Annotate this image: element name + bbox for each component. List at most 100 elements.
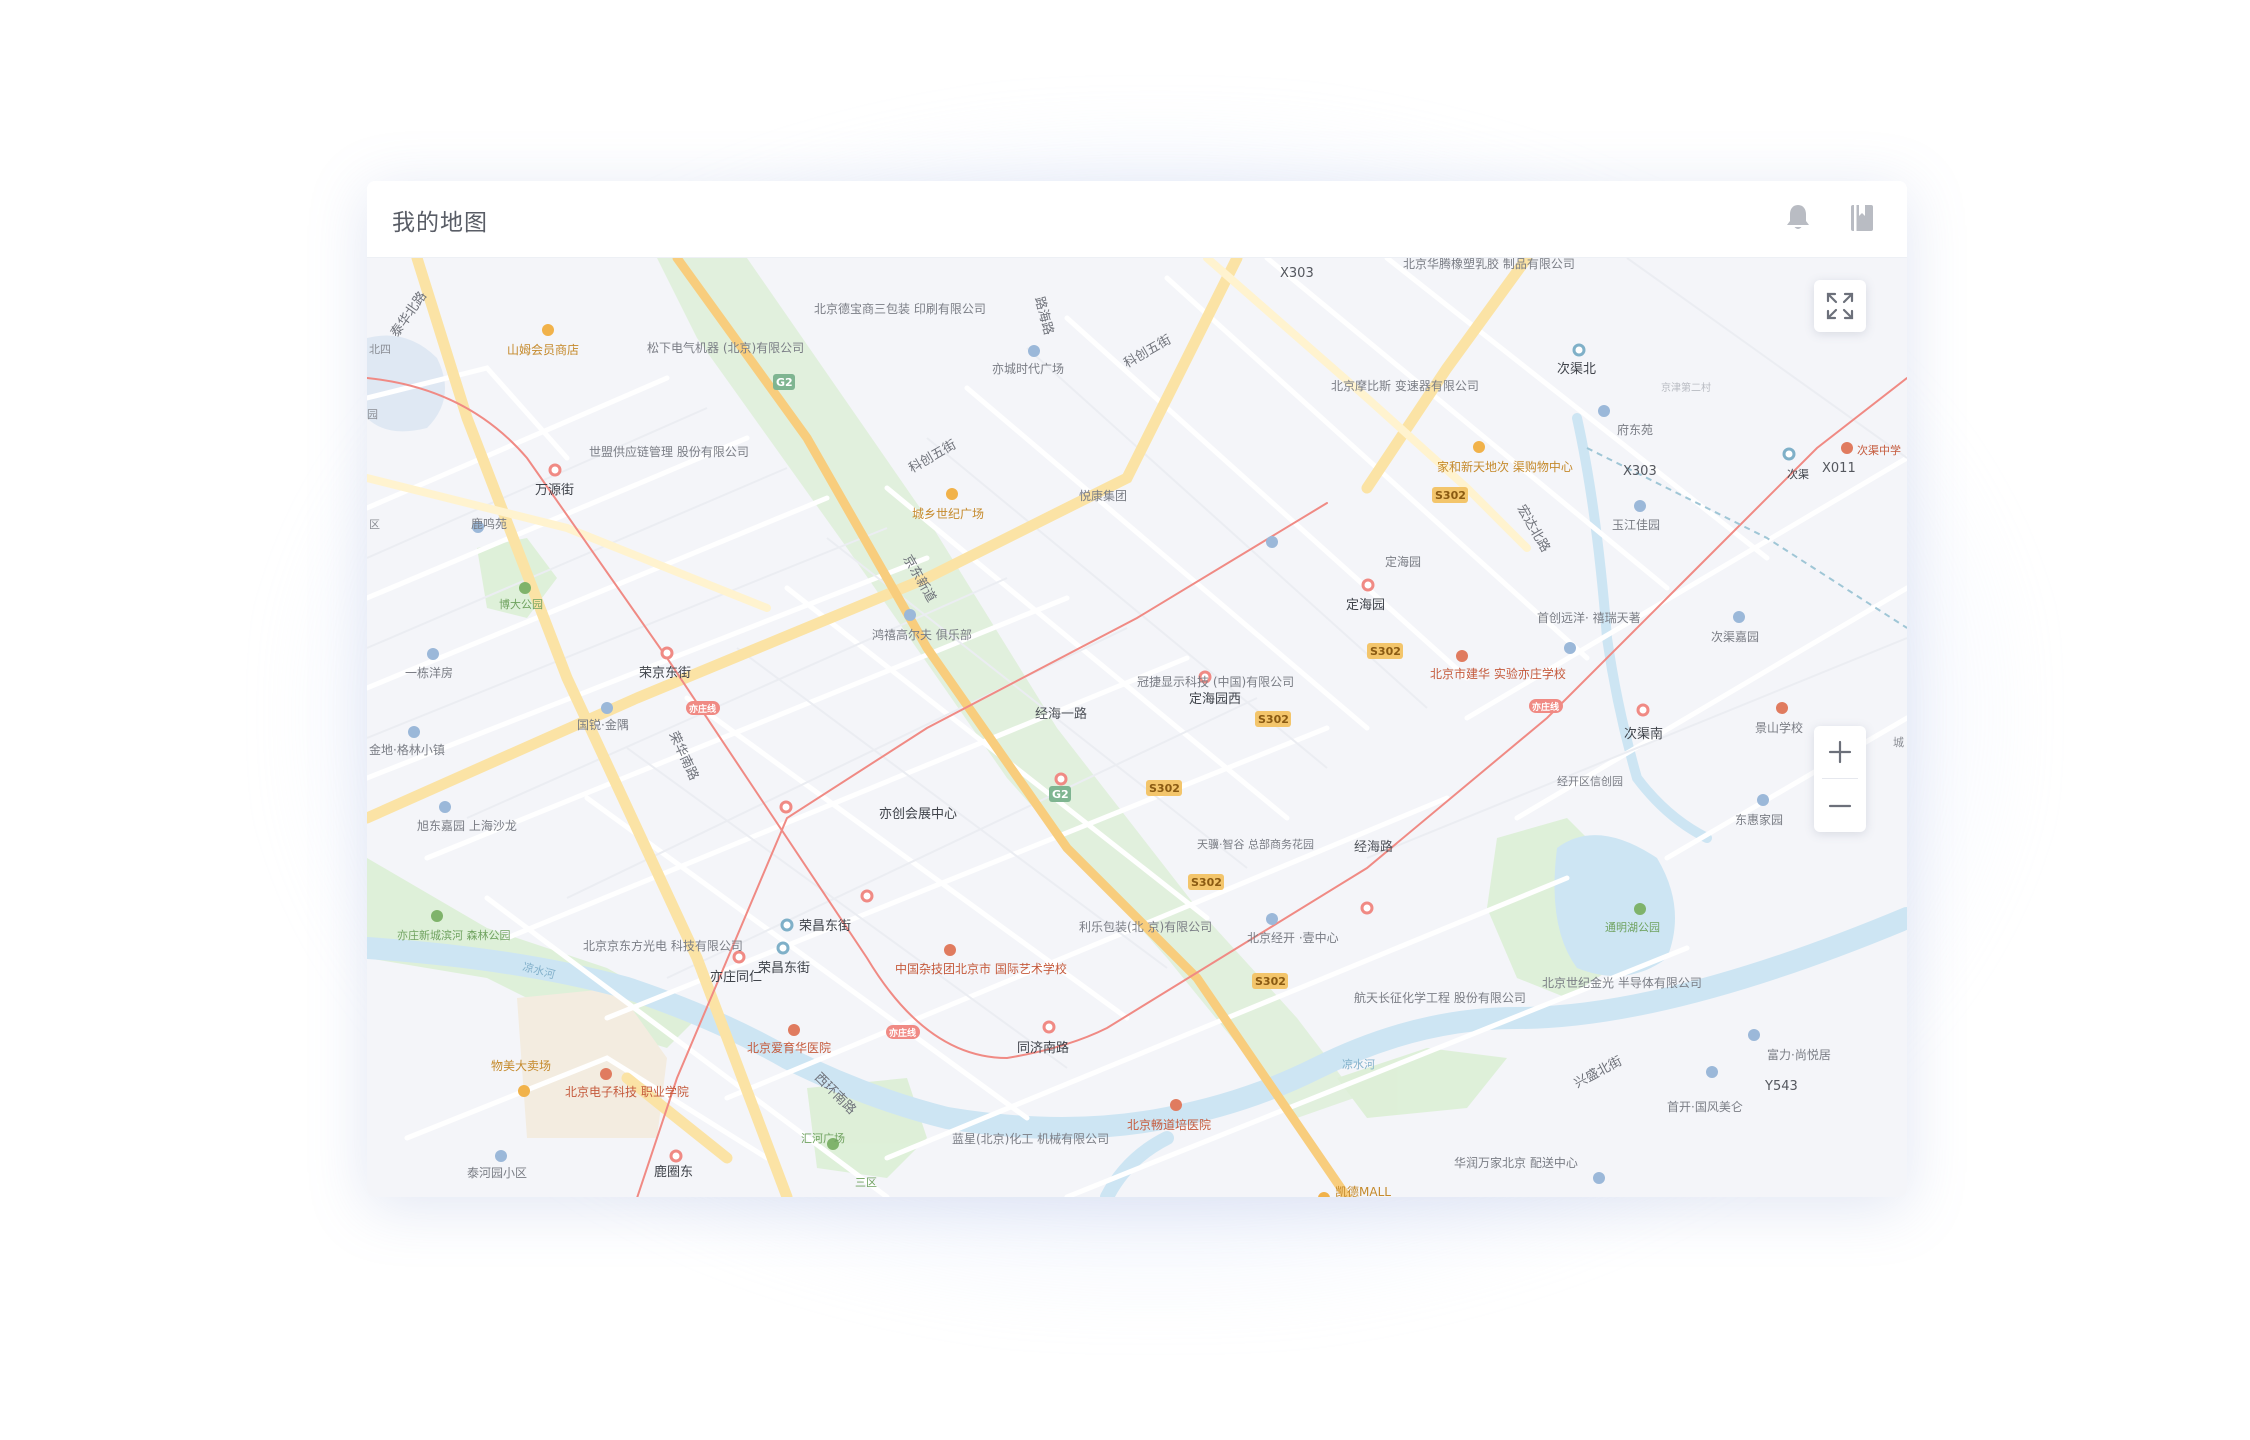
poi-label: 凯德MALL	[1335, 1184, 1391, 1197]
station-label: 次渠南	[1624, 726, 1663, 742]
poi-label: 物美大卖场	[491, 1059, 551, 1073]
map-view[interactable]: 泰华北路 科创五街 科创五街 京东新道 经海一路 经海路 荣华南路 西环南路 兴…	[367, 258, 1907, 1197]
zoom-control	[1814, 726, 1866, 832]
poi-label: 北京世纪金光 半导体有限公司	[1542, 975, 1702, 990]
poi-label: 玉江佳园	[1612, 518, 1660, 532]
poi-label: 北京京东方光电 科技有限公司	[583, 938, 743, 953]
poi-label: 旭东嘉园 上海沙龙	[417, 818, 517, 833]
zoom-divider	[1822, 778, 1858, 779]
poi-label: 首创远洋· 禧瑞天著	[1537, 610, 1641, 625]
edge-label: 京津第二村	[1661, 381, 1711, 394]
metro-line-badge: 亦庄线	[889, 1027, 916, 1039]
edge-label: 次渠中学	[1857, 443, 1901, 457]
poi-label: 一栋洋房	[405, 665, 453, 680]
station-label: 荣昌东街	[799, 919, 851, 934]
poi-label: 中国杂技团北京市 国际艺术学校	[895, 961, 1067, 976]
minus-icon	[1828, 804, 1852, 808]
poi-label: 通明湖公园	[1605, 921, 1660, 934]
station-label: 荣昌东街	[758, 961, 810, 976]
book-icon[interactable]	[1845, 201, 1879, 235]
poi-label: 定海园	[1385, 554, 1421, 569]
highway-code: X303	[1623, 464, 1657, 479]
highway-code: X303	[1280, 266, 1314, 281]
road-shield: G2	[1052, 788, 1069, 801]
metro-line-badge: 亦庄线	[1532, 701, 1559, 713]
road-shield: S302	[1258, 713, 1289, 726]
poi-label: 北京华腾橡塑乳胶 制品有限公司	[1403, 258, 1575, 271]
road-shield: S302	[1255, 975, 1286, 988]
poi-label: 北京畅道培医院	[1127, 1117, 1211, 1132]
road-label: 经海路	[1354, 839, 1393, 855]
zoom-out-button[interactable]	[1814, 780, 1866, 832]
poi-label: 北京电子科技 职业学院	[565, 1084, 689, 1099]
edge-label: 城	[1893, 736, 1904, 749]
poi-label: 亦庄新城滨河 森林公园	[397, 928, 511, 942]
poi-label: 三区	[855, 1176, 877, 1189]
expand-icon	[1826, 292, 1854, 320]
zoom-in-button[interactable]	[1814, 726, 1866, 778]
poi-label: 蓝星(北京)化工 机械有限公司	[952, 1131, 1109, 1146]
page: 我的地图 泰华北路 科创五街 科创五街 京东新道 经海一路 经海路 荣华南路 西…	[0, 0, 2250, 1440]
poi-label: 世盟供应链管理 股份有限公司	[589, 444, 749, 459]
poi-label: 鹿鸣苑	[471, 516, 507, 531]
highway-code: Y543	[1764, 1079, 1798, 1094]
poi-label: 府东苑	[1617, 422, 1653, 437]
poi-label: 北京经开 ·壹中心	[1247, 930, 1339, 945]
poi-label: 北京德宝商三包装 印刷有限公司	[814, 301, 986, 316]
poi-label: 北京市建华 实验亦庄学校	[1430, 666, 1566, 681]
station-label: 万源街	[535, 483, 574, 498]
map-canvas[interactable]: 泰华北路 科创五街 科创五街 京东新道 经海一路 经海路 荣华南路 西环南路 兴…	[367, 258, 1907, 1197]
poi-label: 国锐·金隅	[577, 717, 629, 732]
plus-icon	[1828, 740, 1852, 764]
poi-label: 利乐包装(北 京)有限公司	[1079, 920, 1212, 934]
station-label: 次渠北	[1557, 361, 1596, 377]
poi-label: 富力·尚悦居	[1767, 1047, 1831, 1062]
poi-label: 家和新天地次 渠购物中心	[1437, 459, 1573, 474]
poi-label: 北京爱育华医院	[747, 1040, 831, 1055]
poi-label: 首开·国风美仑	[1667, 1100, 1743, 1114]
poi-label: 景山学校	[1755, 720, 1803, 735]
station-label: 亦创会展中心	[879, 806, 957, 822]
road-shield: S302	[1370, 645, 1401, 658]
station-label: 次渠	[1787, 467, 1809, 481]
poi-label: 华润万家北京 配送中心	[1454, 1155, 1578, 1170]
highway-code: X011	[1822, 461, 1856, 476]
poi-label: 北京摩比斯 变速器有限公司	[1331, 378, 1479, 393]
poi-label: 亦城时代广场	[992, 361, 1064, 376]
station-label: 定海园西	[1189, 692, 1241, 707]
station-label: 鹿圈东	[654, 1164, 693, 1180]
station-label: 荣京东街	[639, 666, 691, 681]
station-label: 同济南路	[1017, 1040, 1069, 1056]
road-label: 经海一路	[1035, 706, 1087, 722]
poi-label: 东惠家园	[1735, 812, 1783, 827]
poi-label: 泰河园小区	[467, 1166, 527, 1180]
road-shield: S302	[1149, 782, 1180, 795]
edge-label: 北四	[369, 343, 391, 356]
poi-label: 悦康集团	[1079, 488, 1127, 503]
road-shield: S302	[1435, 489, 1466, 502]
road-shield: G2	[776, 376, 793, 389]
station-label: 亦庄同仁	[710, 969, 762, 985]
poi-label: 博大公园	[499, 597, 543, 611]
poi-label: 鸿禧高尔夫 俱乐部	[872, 627, 972, 642]
page-title: 我的地图	[392, 210, 488, 236]
road-shield: S302	[1191, 876, 1222, 889]
card-header: 我的地图	[367, 181, 1907, 258]
poi-label: 城乡世纪广场	[912, 507, 984, 521]
poi-label: 天骥·智谷 总部商务花园	[1197, 837, 1314, 851]
edge-label: 园	[367, 408, 378, 421]
poi-label: 汇河广场	[801, 1131, 845, 1145]
map-card: 我的地图 泰华北路 科创五街 科创五街 京东新道 经海一路 经海路 荣华南路 西…	[367, 181, 1907, 1197]
edge-label: 区	[369, 518, 380, 531]
fullscreen-button[interactable]	[1814, 280, 1866, 332]
poi-label: 山姆会员商店	[507, 342, 579, 357]
poi-label: 经开区信创园	[1557, 775, 1623, 788]
metro-line-badge: 亦庄线	[689, 703, 716, 715]
bell-icon[interactable]	[1781, 201, 1815, 235]
poi-label: 次渠嘉园	[1711, 630, 1759, 644]
poi-label: 冠捷显示科技 (中国)有限公司	[1137, 674, 1294, 689]
poi-label: 金地·格林小镇	[369, 742, 445, 757]
station-label: 定海园	[1346, 598, 1385, 613]
poi-label: 航天长征化学工程 股份有限公司	[1354, 990, 1526, 1005]
water-label: 凉水河	[1342, 1057, 1375, 1071]
